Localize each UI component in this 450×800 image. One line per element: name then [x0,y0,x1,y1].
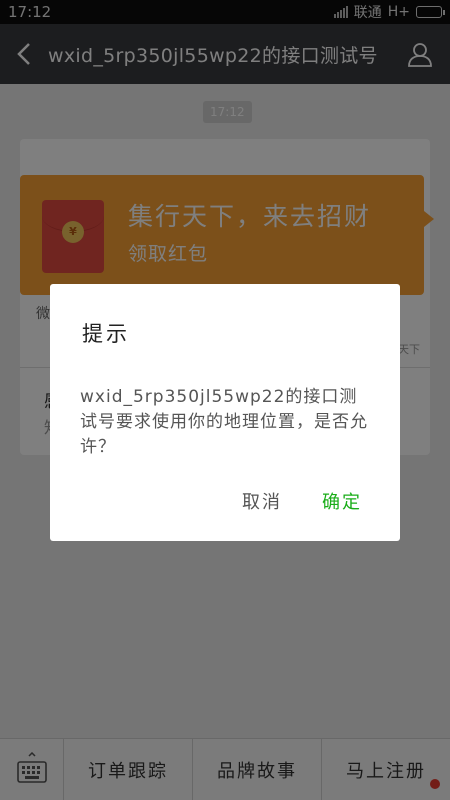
confirm-button[interactable]: 确定 [322,488,362,514]
dialog-title: 提示 [82,322,130,346]
dialog-message: wxid_5rp350jl55wp22的接口测试号要求使用你的地理位置，是否允许… [80,387,368,457]
cancel-button[interactable]: 取消 [242,488,282,514]
location-permission-dialog: 提示 wxid_5rp350jl55wp22的接口测试号要求使用你的地理位置，是… [50,284,400,541]
